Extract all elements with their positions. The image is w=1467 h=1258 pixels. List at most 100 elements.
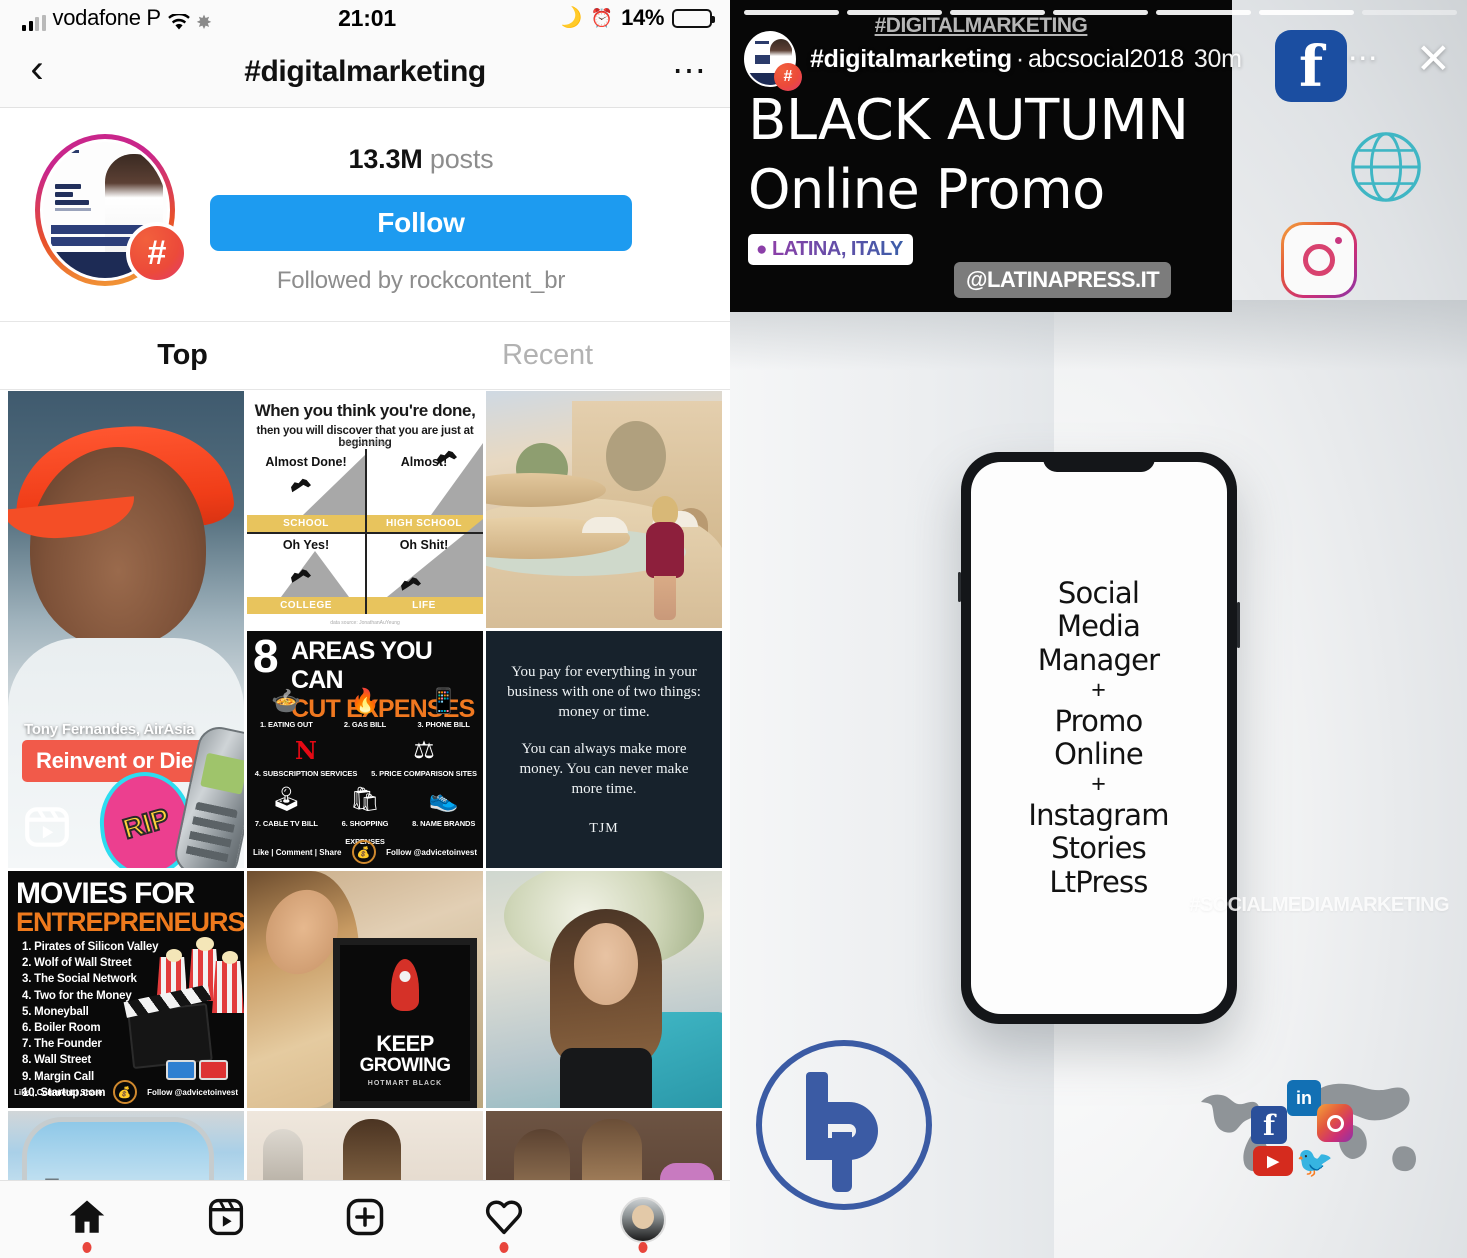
top-recent-tabs: Top Recent: [0, 322, 730, 390]
promo-title-line1: BLACK AUTUMN: [748, 88, 1189, 153]
plus-square-icon: [343, 1195, 387, 1244]
cut-item-label: 4. SUBSCRIPTION SERVICES: [254, 769, 358, 779]
zoom-post-text: Zoom: [44, 1176, 113, 1180]
story-avatar[interactable]: #: [744, 31, 802, 91]
post-two-surprised-women[interactable]: [486, 1111, 722, 1180]
mockup-line: +: [1091, 770, 1106, 799]
phone-mockup-screen: Social Media Manager + Promo Online + In…: [970, 462, 1227, 1014]
story-watermark: #SOCIALMEDIAMARKETING: [1189, 894, 1449, 916]
tab-activity[interactable]: [475, 1191, 533, 1253]
tab-create[interactable]: [336, 1191, 394, 1249]
back-chevron-icon[interactable]: ‹: [0, 49, 74, 90]
advice-to-invest-badge: 💰: [351, 840, 376, 864]
meme-source: data source: JonathanAuYeung: [330, 620, 400, 626]
cut-item-label: 7. CABLE TV BILL: [254, 818, 318, 828]
movie-item: 2. Wolf of Wall Street: [22, 957, 132, 970]
social-media-world-map: f in ▶ 🐦: [1193, 1074, 1433, 1194]
progress-segment[interactable]: [1156, 10, 1251, 15]
close-icon[interactable]: ✕: [1416, 38, 1451, 81]
location-label: LATINA, ITALY: [771, 238, 903, 260]
progress-segment-active[interactable]: [1259, 10, 1354, 15]
do-not-disturb-moon-icon: 🌙: [556, 4, 586, 32]
post-fountain-travel-photo[interactable]: [486, 391, 722, 628]
cut-item-label: 3. PHONE BILL: [417, 720, 470, 730]
tab-reels[interactable]: [197, 1191, 255, 1249]
balance-scale-icon: ⚖: [413, 737, 435, 765]
promo-title-line2: Online Promo: [748, 158, 1105, 221]
tab-recent[interactable]: Recent: [365, 322, 730, 389]
cut-footer-left: Like | Comment | Share: [253, 847, 342, 857]
cut-item-label: 5. PRICE COMPARISON SITES: [371, 769, 477, 779]
hashtag-avatar[interactable]: #: [0, 128, 210, 286]
story-timestamp: 30m: [1193, 44, 1242, 73]
more-options-icon[interactable]: ⋯: [650, 54, 730, 89]
quote-line1: You pay for everything in your business …: [507, 664, 701, 721]
status-right: 🌙 ⏰ 14%: [396, 4, 716, 32]
post-movies-for-entrepreneurs[interactable]: MOVIES FOR ENTREPRENEURS 1. Pirates of S…: [8, 871, 244, 1108]
facebook-icon: f: [1251, 1106, 1287, 1144]
story-header-text: #digitalmarketing · abcsocial2018 30m: [810, 45, 1242, 74]
dual-screenshot: vodafone P ✸ 21:01 🌙 ⏰ 14% ‹ #digitalmar…: [0, 0, 1467, 1258]
meme-quadrant-label: Oh Yes!: [282, 537, 330, 552]
linkedin-icon: in: [1287, 1080, 1321, 1116]
handle-sticker[interactable]: @LATINAPRESS.IT: [954, 262, 1172, 298]
location-sticker[interactable]: ● LATINA, ITALY: [748, 234, 913, 265]
meme-quadrant-band: LIFE: [365, 597, 483, 614]
follow-button[interactable]: Follow: [210, 195, 632, 251]
carrier-label: vodafone P: [52, 5, 162, 30]
ios-status-bar: vodafone P ✸ 21:01 🌙 ⏰ 14%: [0, 0, 730, 36]
home-icon: [65, 1195, 109, 1244]
more-options-icon[interactable]: ⋯: [1348, 44, 1380, 74]
progress-segment[interactable]: [1053, 10, 1148, 15]
youtube-icon: ▶: [1253, 1146, 1293, 1176]
sneaker-icon: 👟: [428, 786, 459, 814]
smartphone-icon: 📱: [428, 688, 459, 715]
battery-percent-label: 14%: [621, 5, 665, 30]
tab-top[interactable]: Top: [0, 322, 365, 389]
story-header: # #digitalmarketing · abcsocial2018 30m ⋯ ✕: [744, 28, 1457, 91]
status-left: vodafone P ✸: [22, 5, 338, 31]
profile-badge-dot: [638, 1241, 648, 1253]
movie-item: 1. Pirates of Silicon Valley: [22, 941, 159, 953]
post-airplane-window-zoom[interactable]: Zoom: [8, 1111, 244, 1180]
twitter-icon: 🐦: [1296, 1145, 1334, 1179]
progress-segment[interactable]: [744, 10, 839, 15]
cut-footer-right: Follow @advicetoinvest: [386, 847, 477, 857]
progress-segment[interactable]: [1362, 10, 1457, 15]
story-separator: ·: [1015, 44, 1024, 73]
sync-spinner-icon: ✸: [196, 13, 212, 32]
mockup-line: +: [1091, 676, 1106, 705]
quote-attribution: TJM: [589, 820, 619, 836]
mockup-line: Social: [1057, 576, 1140, 611]
post-makeup-artist[interactable]: [247, 1111, 483, 1180]
followed-by-label: Followed by rockcontent_br: [276, 267, 566, 294]
movies-title-line1: MOVIES FOR: [16, 877, 195, 910]
post-8-areas-cut-expenses[interactable]: 8 AREAS YOU CAN CUT EXPENSES 🍲 1. EATING …: [247, 631, 483, 868]
story-hashtag: #digitalmarketing: [810, 44, 1012, 73]
posts-grid: Tony Fernandes, AirAsia Reinvent or Die …: [0, 390, 730, 1180]
page-title: #digitalmarketing: [244, 54, 486, 88]
cut-item-label: 1. EATING OUT: [259, 720, 313, 730]
post-woman-portrait-street[interactable]: [486, 871, 722, 1108]
lp-logo: [756, 1040, 932, 1210]
post-when-you-think-youre-done-meme[interactable]: When you think you're done, then you wil…: [247, 391, 483, 628]
tab-home[interactable]: [58, 1191, 116, 1253]
quote-line2: You can always make more money. You can …: [519, 740, 689, 797]
tab-profile[interactable]: [614, 1191, 672, 1253]
clock-label: 21:01: [338, 4, 396, 31]
bottom-tab-bar: [0, 1180, 730, 1258]
cut-title-line1: AREAS YOU CAN: [291, 637, 433, 694]
globe-icon: [1347, 128, 1425, 206]
post-tony-fernandes-reel[interactable]: Tony Fernandes, AirAsia Reinvent or Die …: [8, 391, 244, 868]
progress-segment[interactable]: [950, 10, 1045, 15]
post-time-vs-money-quote[interactable]: You pay for everything in your business …: [486, 631, 722, 868]
activity-badge-dot: [499, 1241, 509, 1253]
3d-glasses-icon: [166, 1060, 228, 1080]
meme-quadrant-band: COLLEGE: [247, 597, 365, 614]
hashtag-badge-icon: #: [774, 63, 802, 91]
instagram-story-screen: #DIGITALMARKETING BLACK AUTUMN Online Pr…: [730, 0, 1467, 1258]
popcorn-box-icon: [212, 961, 244, 1013]
progress-segment[interactable]: [847, 10, 942, 15]
post-keep-growing[interactable]: KEEP GROWING HOTMART BLACK: [247, 871, 483, 1108]
alarm-clock-icon: ⏰: [590, 8, 614, 28]
